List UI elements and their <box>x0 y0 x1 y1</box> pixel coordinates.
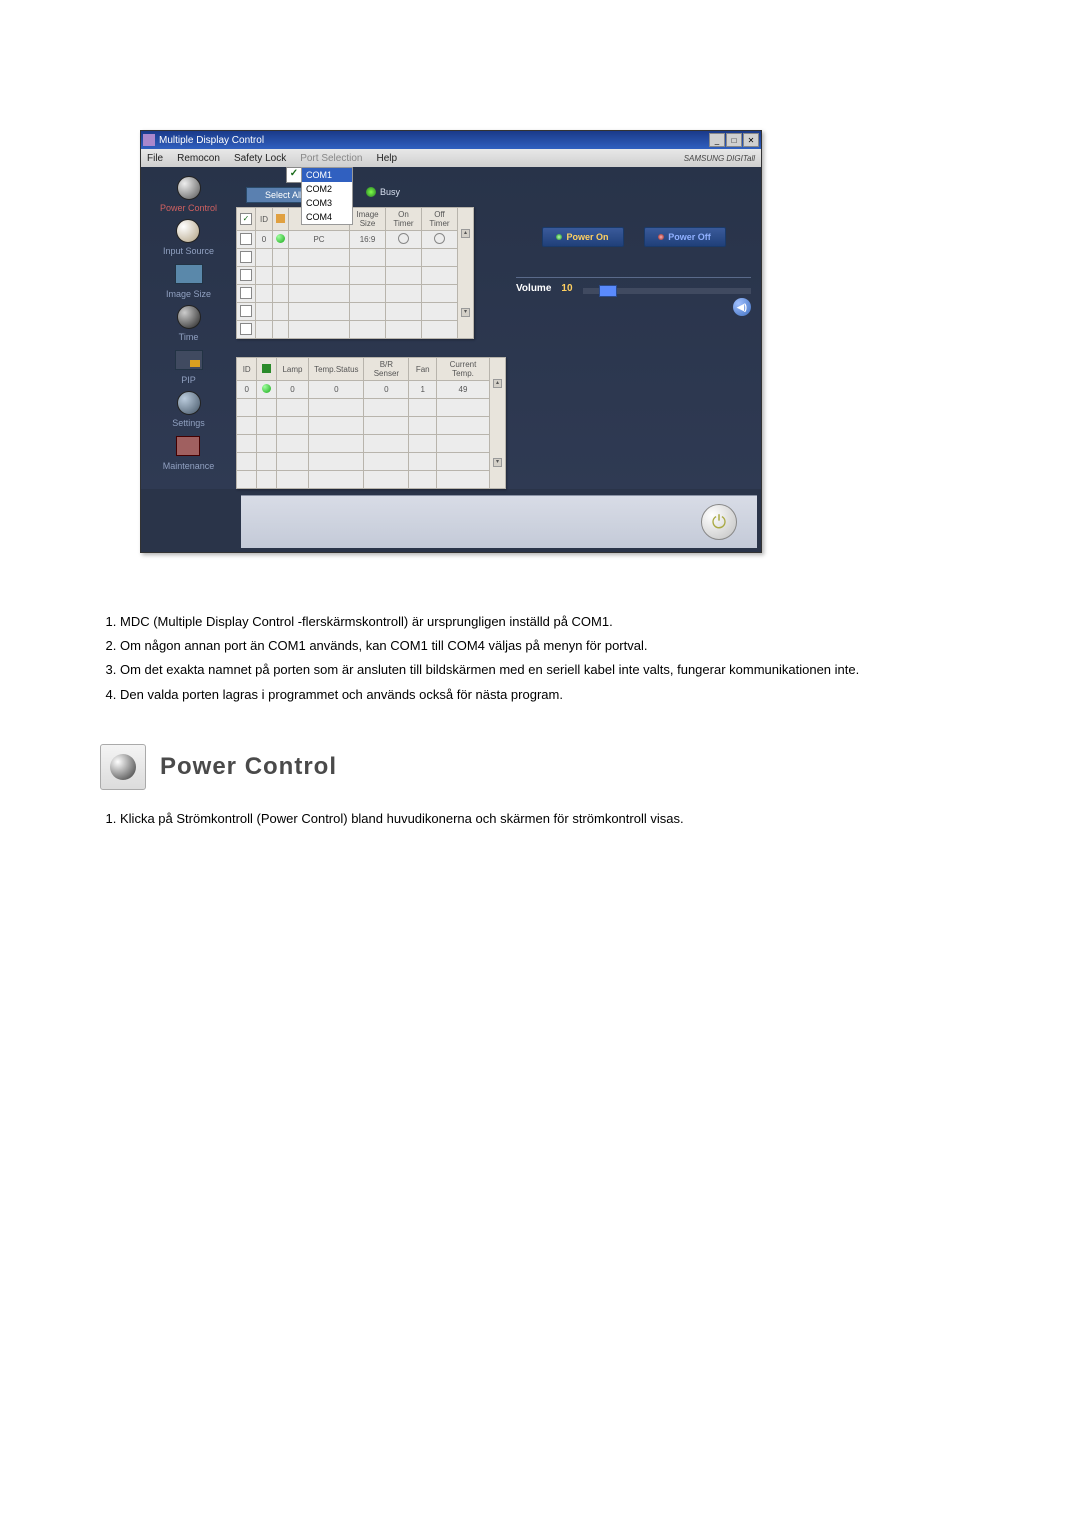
sidebar-item-input-source[interactable]: Input Source <box>163 218 214 256</box>
pip-icon <box>175 350 203 370</box>
table-row[interactable] <box>237 453 506 471</box>
sidebar-label: Image Size <box>166 289 211 299</box>
display-grid: ✓ ID - . - Image Size On Timer Off Timer… <box>236 207 474 339</box>
section-icon <box>100 744 146 790</box>
col-on-timer: On Timer <box>386 208 422 231</box>
led-off-icon <box>658 234 664 240</box>
sidebar-label: Maintenance <box>163 461 215 471</box>
volume-slider[interactable] <box>583 288 751 294</box>
col-br-sensor: B/R Senser <box>364 358 409 381</box>
power-off-button[interactable]: Power Off <box>644 227 726 247</box>
menubar: File Remocon Safety Lock Port Selection … <box>141 149 761 167</box>
image-size-icon <box>175 264 203 284</box>
list-item: Den valda porten lagras i programmet och… <box>120 686 980 704</box>
port-com2[interactable]: COM2 <box>302 182 352 196</box>
table-row[interactable] <box>237 399 506 417</box>
brand-label: SAMSUNG DIGITall <box>684 154 755 163</box>
col-image-size: Image Size <box>350 208 386 231</box>
table-row[interactable]: 0 0 0 0 1 49 <box>237 381 506 399</box>
power-control-icon <box>177 176 201 200</box>
sidebar-item-settings[interactable]: Settings <box>171 390 207 428</box>
port-check-icon: ✓ <box>286 167 302 183</box>
list-item: Om det exakta namnet på porten som är an… <box>120 661 980 679</box>
sidebar-item-power-control[interactable]: Power Control <box>160 175 217 213</box>
window-title: Multiple Display Control <box>159 135 264 146</box>
list-item: MDC (Multiple Display Control -flerskärm… <box>120 613 980 631</box>
col-lamp: Lamp <box>276 358 308 381</box>
power-status-icon: ⏻ <box>701 504 737 540</box>
port-com1[interactable]: COM1 <box>302 168 352 182</box>
table-row[interactable] <box>237 249 474 267</box>
status-grid: ID Lamp Temp.Status B/R Senser Fan Curre… <box>236 357 506 489</box>
time-icon <box>177 305 201 329</box>
menu-help[interactable]: Help <box>376 153 397 164</box>
scrollbar[interactable]: ▴▾ <box>458 208 474 339</box>
instruction-list: MDC (Multiple Display Control -flerskärm… <box>100 613 980 704</box>
sidebar-label: PIP <box>181 375 196 385</box>
table-row[interactable] <box>237 321 474 339</box>
center-panel: Select All Busy ✓ ID - . - Image Size On… <box>236 167 506 489</box>
col-off-timer: Off Timer <box>422 208 458 231</box>
list-item: Om någon annan port än COM1 används, kan… <box>120 637 980 655</box>
minimize-button[interactable]: _ <box>709 133 725 147</box>
input-source-icon <box>176 219 200 243</box>
settings-icon <box>177 391 201 415</box>
app-icon <box>143 134 155 146</box>
col-id: ID <box>256 208 273 231</box>
menu-port-selection[interactable]: Port Selection <box>300 153 362 164</box>
status-bar: ⏻ <box>241 495 757 548</box>
titlebar: Multiple Display Control _ □ ✕ <box>141 131 761 149</box>
table-row[interactable] <box>237 285 474 303</box>
menu-remocon[interactable]: Remocon <box>177 153 220 164</box>
busy-indicator-icon <box>366 187 376 197</box>
col-id: ID <box>237 358 257 381</box>
col-current-temp: Current Temp. <box>437 358 490 381</box>
maintenance-icon <box>176 436 200 456</box>
sidebar-label: Input Source <box>163 246 214 256</box>
table-row[interactable]: 0 PC 16:9 <box>237 231 474 249</box>
sidebar-item-pip[interactable]: PIP <box>171 347 207 385</box>
menu-file[interactable]: File <box>147 153 163 164</box>
sidebar-label: Power Control <box>160 203 217 213</box>
close-button[interactable]: ✕ <box>743 133 759 147</box>
speaker-icon[interactable]: ◀) <box>733 298 751 316</box>
right-panel: Power On Power Off Volume 10 <box>506 167 761 489</box>
volume-value: 10 <box>561 283 572 294</box>
sidebar-label: Settings <box>172 418 205 428</box>
maximize-button[interactable]: □ <box>726 133 742 147</box>
volume-panel: Volume 10 ◀) <box>516 277 751 316</box>
sidebar-item-image-size[interactable]: Image Size <box>166 261 211 299</box>
volume-label: Volume <box>516 283 551 294</box>
col-temp-status: Temp.Status <box>309 358 364 381</box>
table-row[interactable] <box>237 435 506 453</box>
section-instruction-list: Klicka på Strömkontroll (Power Control) … <box>100 810 980 828</box>
led-on-icon <box>556 234 562 240</box>
volume-thumb[interactable] <box>599 285 617 297</box>
app-window: Multiple Display Control _ □ ✕ File Remo… <box>140 130 762 553</box>
section-title: Power Control <box>160 753 337 781</box>
power-on-button[interactable]: Power On <box>542 227 624 247</box>
table-row[interactable] <box>237 471 506 489</box>
scrollbar[interactable]: ▴▾ <box>489 358 505 489</box>
table-row[interactable] <box>237 267 474 285</box>
table-row[interactable] <box>237 417 506 435</box>
sidebar: Power Control Input Source Image Size Ti… <box>141 167 236 489</box>
sidebar-item-maintenance[interactable]: Maintenance <box>163 433 215 471</box>
table-row[interactable] <box>237 303 474 321</box>
list-item: Klicka på Strömkontroll (Power Control) … <box>120 810 980 828</box>
busy-label: Busy <box>380 187 400 197</box>
col-fan: Fan <box>409 358 437 381</box>
section-header: Power Control <box>100 744 980 790</box>
port-dropdown[interactable]: COM1 COM2 COM3 COM4 <box>301 167 353 225</box>
sidebar-item-time[interactable]: Time <box>171 304 207 342</box>
port-com3[interactable]: COM3 <box>302 196 352 210</box>
menu-safety-lock[interactable]: Safety Lock <box>234 153 286 164</box>
port-com4[interactable]: COM4 <box>302 210 352 224</box>
sidebar-label: Time <box>179 332 199 342</box>
